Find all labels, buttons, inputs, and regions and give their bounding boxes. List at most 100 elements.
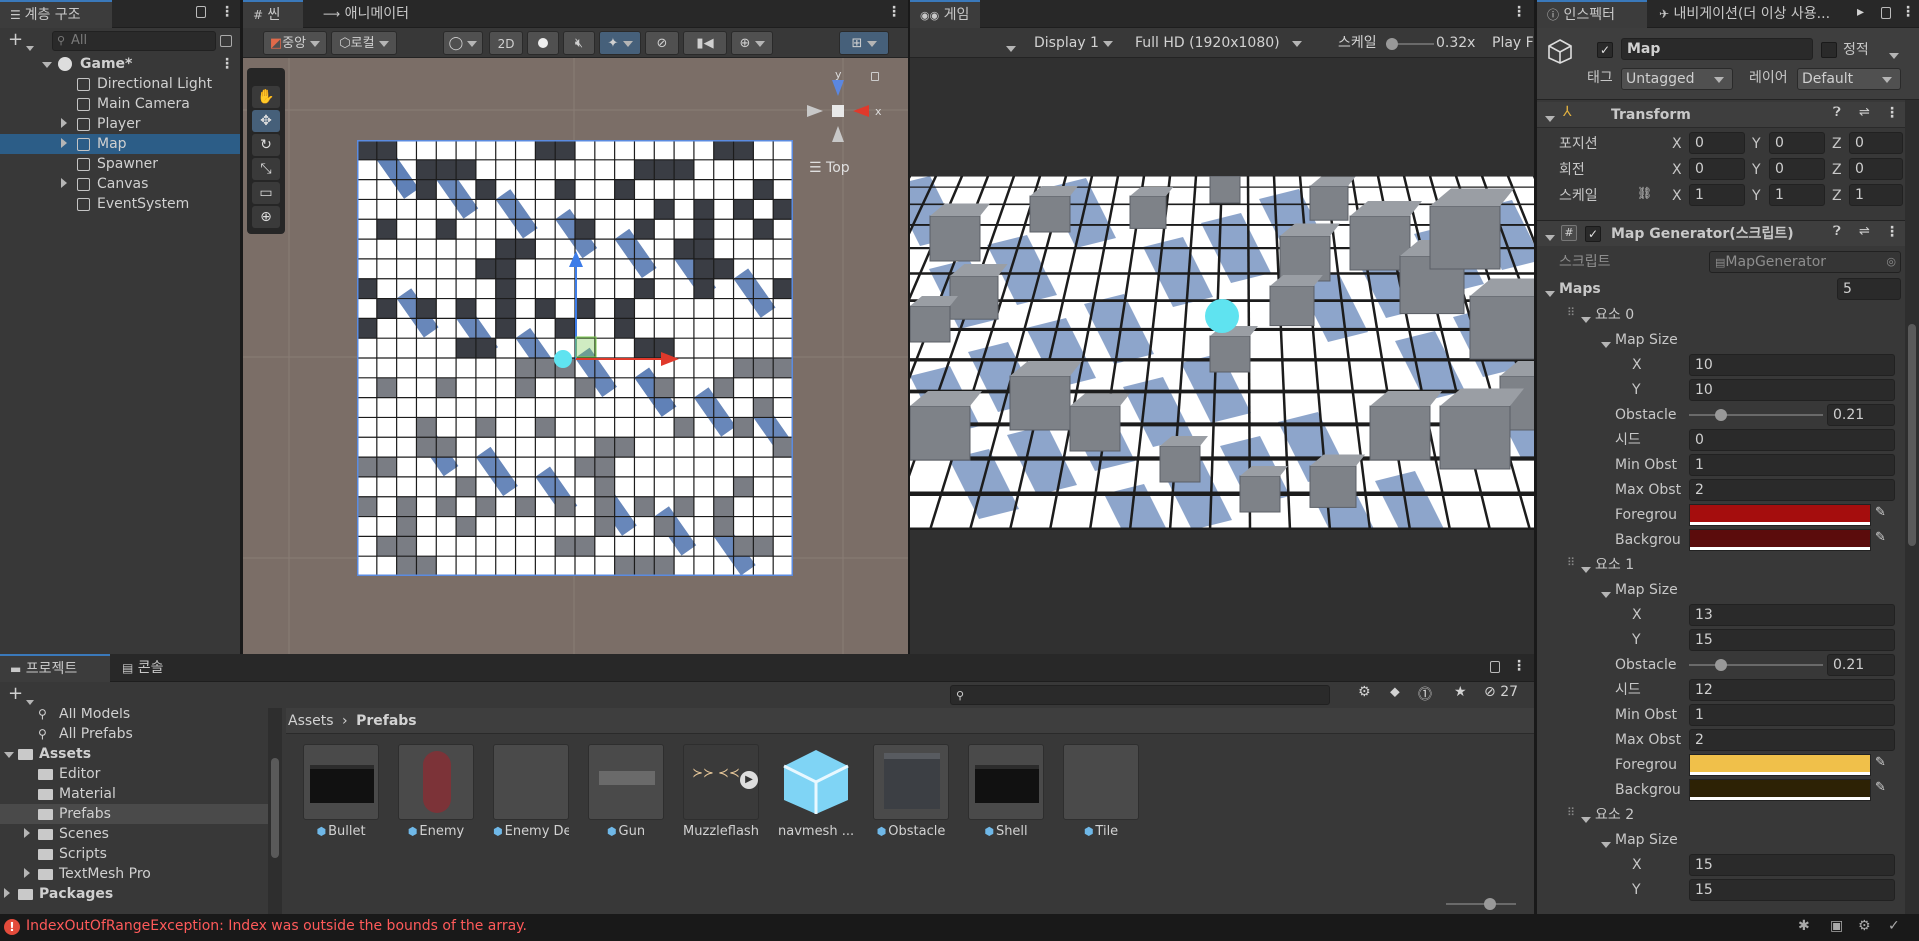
more-menu-icon[interactable]: ⋮ xyxy=(1885,224,1899,240)
eyedropper-icon[interactable]: ✎ xyxy=(1875,530,1886,545)
tab-animator[interactable]: ⟶ 애니메이터 xyxy=(313,0,419,28)
hierarchy-item[interactable]: EventSystem xyxy=(0,194,240,214)
eyedropper-icon[interactable]: ✎ xyxy=(1875,505,1886,520)
asset-item[interactable]: ⬢Enemy De... xyxy=(493,744,569,839)
min-obstacle-input[interactable]: 1 xyxy=(1689,704,1895,726)
drag-handle-icon[interactable]: ⠿ xyxy=(1567,306,1575,319)
transform-position-x-input[interactable]: 0 xyxy=(1689,132,1745,154)
map-size-header[interactable]: Map Size xyxy=(1537,579,1897,601)
asset-item[interactable]: navmesh ... xyxy=(778,744,854,839)
chevron-right-icon[interactable] xyxy=(61,114,67,134)
camera-dropdown[interactable]: ▮◀ xyxy=(683,31,727,55)
display-dropdown[interactable]: Display 1 xyxy=(1034,32,1114,54)
project-tree-item[interactable]: Editor xyxy=(0,764,268,784)
tree-scroll-thumb[interactable] xyxy=(271,758,279,858)
scale-slider-knob[interactable] xyxy=(1386,38,1398,50)
more-menu-icon[interactable]: ⋮ xyxy=(1901,4,1915,20)
hierarchy-item[interactable]: Player xyxy=(0,114,240,134)
search-by-type-icon[interactable]: ⚙ xyxy=(1358,684,1371,700)
tab-overflow-icon[interactable]: ▸ xyxy=(1857,4,1864,20)
component-enabled-checkbox[interactable]: ✓ xyxy=(1585,226,1601,242)
max-obstacle-input[interactable]: 2 xyxy=(1689,729,1895,751)
more-menu-icon[interactable]: ⋮ xyxy=(1885,105,1899,121)
lock-icon[interactable] xyxy=(1490,661,1500,673)
chevron-down-icon[interactable] xyxy=(1581,811,1591,827)
obstacle-slider-knob[interactable] xyxy=(1715,659,1727,671)
chevron-down-icon[interactable] xyxy=(1545,285,1555,301)
map-generator-header[interactable]: # ✓ Map Generator(스크립트) ❓︎ ⇌ ⋮ xyxy=(1537,220,1919,246)
add-button[interactable]: + xyxy=(8,29,23,50)
project-tree-item[interactable]: TextMesh Pro xyxy=(0,864,268,884)
asset-item[interactable]: ⬢ Gun xyxy=(588,744,664,839)
inspector-scrollbar[interactable] xyxy=(1905,100,1919,914)
project-search-input[interactable]: ⚲ xyxy=(950,685,1330,705)
game-viewport[interactable] xyxy=(910,58,1534,654)
active-checkbox[interactable]: ✓ xyxy=(1597,42,1613,58)
project-tree-item[interactable]: Assets xyxy=(0,744,268,764)
breadcrumb-current[interactable]: Prefabs xyxy=(356,713,417,729)
chevron-down-icon[interactable] xyxy=(1545,229,1555,245)
hidden-packages-toggle[interactable]: ⊘ 27 xyxy=(1484,684,1518,700)
hierarchy-item[interactable]: Canvas xyxy=(0,174,240,194)
max-obstacle-input[interactable]: 2 xyxy=(1689,479,1895,501)
transform-rotation-z-input[interactable]: 0 xyxy=(1849,158,1903,180)
more-menu-icon[interactable]: ⋮ xyxy=(220,4,234,20)
asset-item[interactable]: ⬢ Bullet xyxy=(303,744,379,839)
drag-handle-icon[interactable]: ⠿ xyxy=(1567,556,1575,569)
preset-icon[interactable]: ⇌ xyxy=(1859,105,1870,120)
debug-icon[interactable]: ✱ xyxy=(1798,918,1810,934)
link-scale-icon[interactable]: ⛓ xyxy=(1637,186,1652,200)
scene-viewport[interactable]: ✋ ✥ ↻ ⤡ ▭ ⊕ y x ☰ Top xyxy=(243,58,908,654)
tab-navigation[interactable]: ✈ 내비게이션(더 이상 사용... xyxy=(1649,0,1849,28)
hierarchy-item[interactable]: Directional Light xyxy=(0,74,240,94)
asset-item[interactable]: ⬢ Tile xyxy=(1063,744,1139,839)
project-tree-item[interactable]: Material xyxy=(0,784,268,804)
project-tree-item[interactable]: Scripts xyxy=(0,844,268,864)
foreground-color-swatch[interactable] xyxy=(1689,754,1871,776)
eyedropper-icon[interactable]: ✎ xyxy=(1875,755,1886,770)
chevron-right-icon[interactable] xyxy=(24,864,30,884)
transform-header[interactable]: ⅄ Transform ❓︎ ⇌ ⋮ xyxy=(1537,102,1919,128)
progress-icon[interactable]: ▣ xyxy=(1830,918,1843,934)
asset-item[interactable]: ≻≻ ≺≺ ▶ Muzzleflash xyxy=(683,744,759,839)
map-size-x-input[interactable]: 10 xyxy=(1689,354,1895,376)
grid-snap-dropdown[interactable]: ⊞ xyxy=(839,31,889,55)
object-name-input[interactable]: Map xyxy=(1621,38,1813,60)
min-obstacle-input[interactable]: 1 xyxy=(1689,454,1895,476)
layer-dropdown[interactable]: Default xyxy=(1797,68,1901,90)
label-filter-icon[interactable]: ⬥ xyxy=(1390,684,1400,700)
chevron-down-icon[interactable] xyxy=(1006,40,1016,56)
help-icon[interactable]: ❓︎ xyxy=(1833,224,1841,239)
chevron-down-icon[interactable] xyxy=(1601,836,1611,852)
warning-filter-icon[interactable]: ⓵ xyxy=(1418,684,1432,704)
pivot-dropdown[interactable]: ◩중앙 xyxy=(263,31,327,55)
orientation-gizmo[interactable]: y x ☰ Top xyxy=(803,66,893,186)
chevron-down-icon[interactable] xyxy=(1545,110,1555,126)
transform-position-z-input[interactable]: 0 xyxy=(1849,132,1903,154)
map-size-x-input[interactable]: 15 xyxy=(1689,854,1895,876)
tab-inspector[interactable]: ⓘ 인스펙터 xyxy=(1537,0,1647,28)
star-icon[interactable]: ★ xyxy=(1454,684,1467,700)
tree-scrollbar[interactable] xyxy=(268,708,282,914)
inspector-scroll-thumb[interactable] xyxy=(1908,324,1916,546)
scale-tool-button[interactable]: ⤡ xyxy=(252,158,280,180)
thumbnail-slider-knob[interactable] xyxy=(1484,898,1496,910)
asset-item[interactable]: ⬢ Enemy xyxy=(398,744,474,839)
rect-tool-button[interactable]: ▭ xyxy=(252,182,280,204)
transform-position-y-input[interactable]: 0 xyxy=(1769,132,1825,154)
chevron-right-icon[interactable] xyxy=(4,884,10,904)
tag-dropdown[interactable]: Untagged xyxy=(1621,68,1733,90)
map-element-header[interactable]: ⠿ 요소 0 xyxy=(1537,304,1897,326)
transform-scale-y-input[interactable]: 1 xyxy=(1769,184,1825,206)
static-checkbox[interactable] xyxy=(1821,42,1837,58)
map-size-header[interactable]: Map Size xyxy=(1537,329,1897,351)
chevron-down-icon[interactable] xyxy=(26,39,34,55)
map-size-x-input[interactable]: 13 xyxy=(1689,604,1895,626)
scale-slider[interactable] xyxy=(1386,38,1434,50)
chevron-down-icon[interactable] xyxy=(1601,586,1611,602)
more-menu-icon[interactable]: ⋮ xyxy=(1512,4,1526,20)
maps-header[interactable]: Maps 5 xyxy=(1537,278,1919,300)
preset-icon[interactable]: ⇌ xyxy=(1859,224,1870,239)
map-size-header[interactable]: Map Size xyxy=(1537,829,1897,851)
transform-scale-x-input[interactable]: 1 xyxy=(1689,184,1745,206)
